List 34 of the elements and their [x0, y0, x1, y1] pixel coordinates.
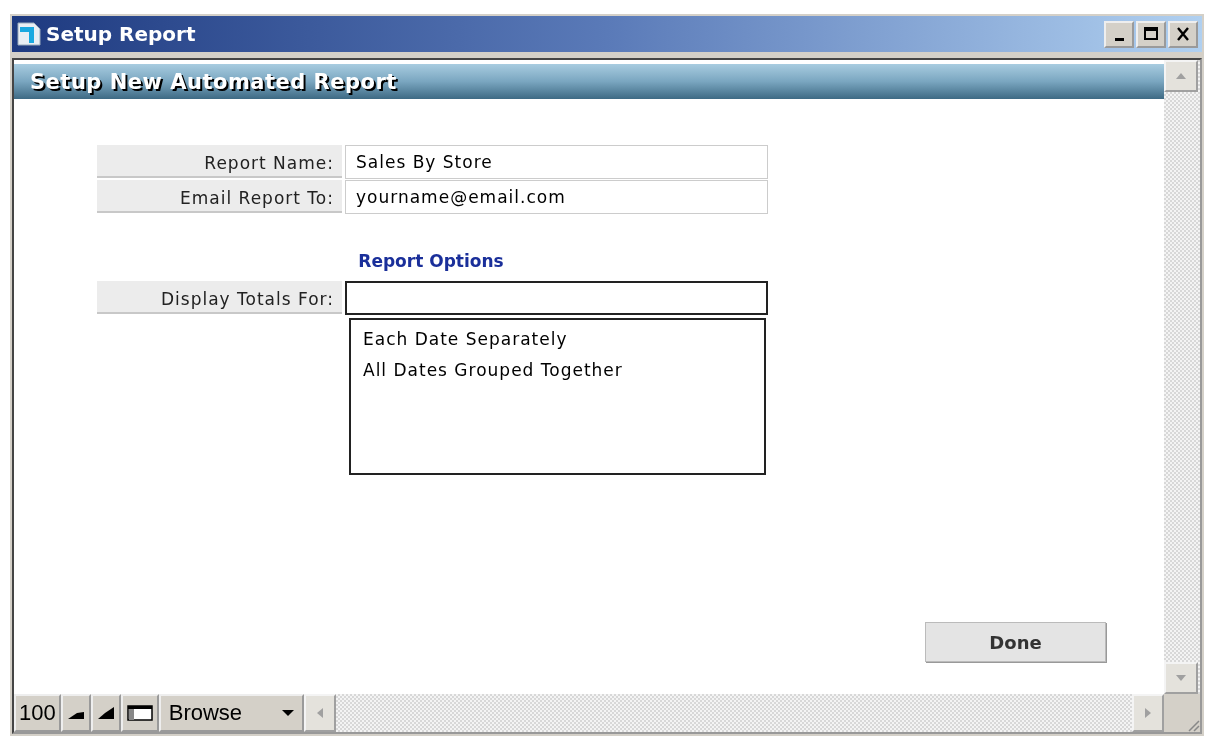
minimize-button[interactable] [1104, 20, 1134, 48]
close-icon [1175, 26, 1191, 42]
down-arrow-icon [1175, 674, 1187, 682]
close-button[interactable] [1168, 20, 1198, 48]
up-arrow-icon [1175, 72, 1187, 80]
zoom-in-button[interactable] [90, 694, 121, 732]
mountain-large-icon [96, 706, 115, 720]
field-label: Report Name: [97, 145, 342, 178]
document-icon [16, 21, 42, 47]
field-label: Email Report To: [97, 180, 342, 213]
window-title: Setup Report [46, 22, 197, 46]
input-field[interactable]: yourname@email.com [345, 180, 768, 214]
mode-dropdown[interactable]: Browse [158, 694, 304, 732]
maximize-icon [1143, 26, 1159, 42]
zoom-level[interactable]: 100 [14, 694, 61, 732]
input-field[interactable]: Sales By Store [345, 145, 768, 179]
window-icon [126, 705, 153, 721]
left-arrow-icon [315, 707, 324, 719]
horizontal-scrollbar[interactable] [303, 694, 1164, 732]
field-label: Display Totals For: [97, 281, 342, 314]
right-arrow-icon [1144, 707, 1152, 719]
minimize-icon [1114, 37, 1124, 41]
input-field[interactable] [345, 281, 768, 315]
page-heading: Setup New Automated Report [30, 69, 397, 94]
done-button[interactable]: Done [925, 622, 1106, 662]
maximize-button[interactable] [1136, 20, 1166, 48]
zoom-out-button[interactable] [60, 694, 91, 732]
scroll-left-button[interactable] [303, 694, 336, 732]
list-option[interactable]: All Dates Grouped Together [363, 355, 752, 386]
section-heading: Report Options [357, 251, 505, 271]
resize-grip-icon [1186, 718, 1200, 732]
dropdown-arrow-icon [281, 709, 294, 717]
toggle-status-button[interactable] [120, 694, 159, 732]
list-option[interactable]: Each Date Separately [363, 324, 752, 355]
